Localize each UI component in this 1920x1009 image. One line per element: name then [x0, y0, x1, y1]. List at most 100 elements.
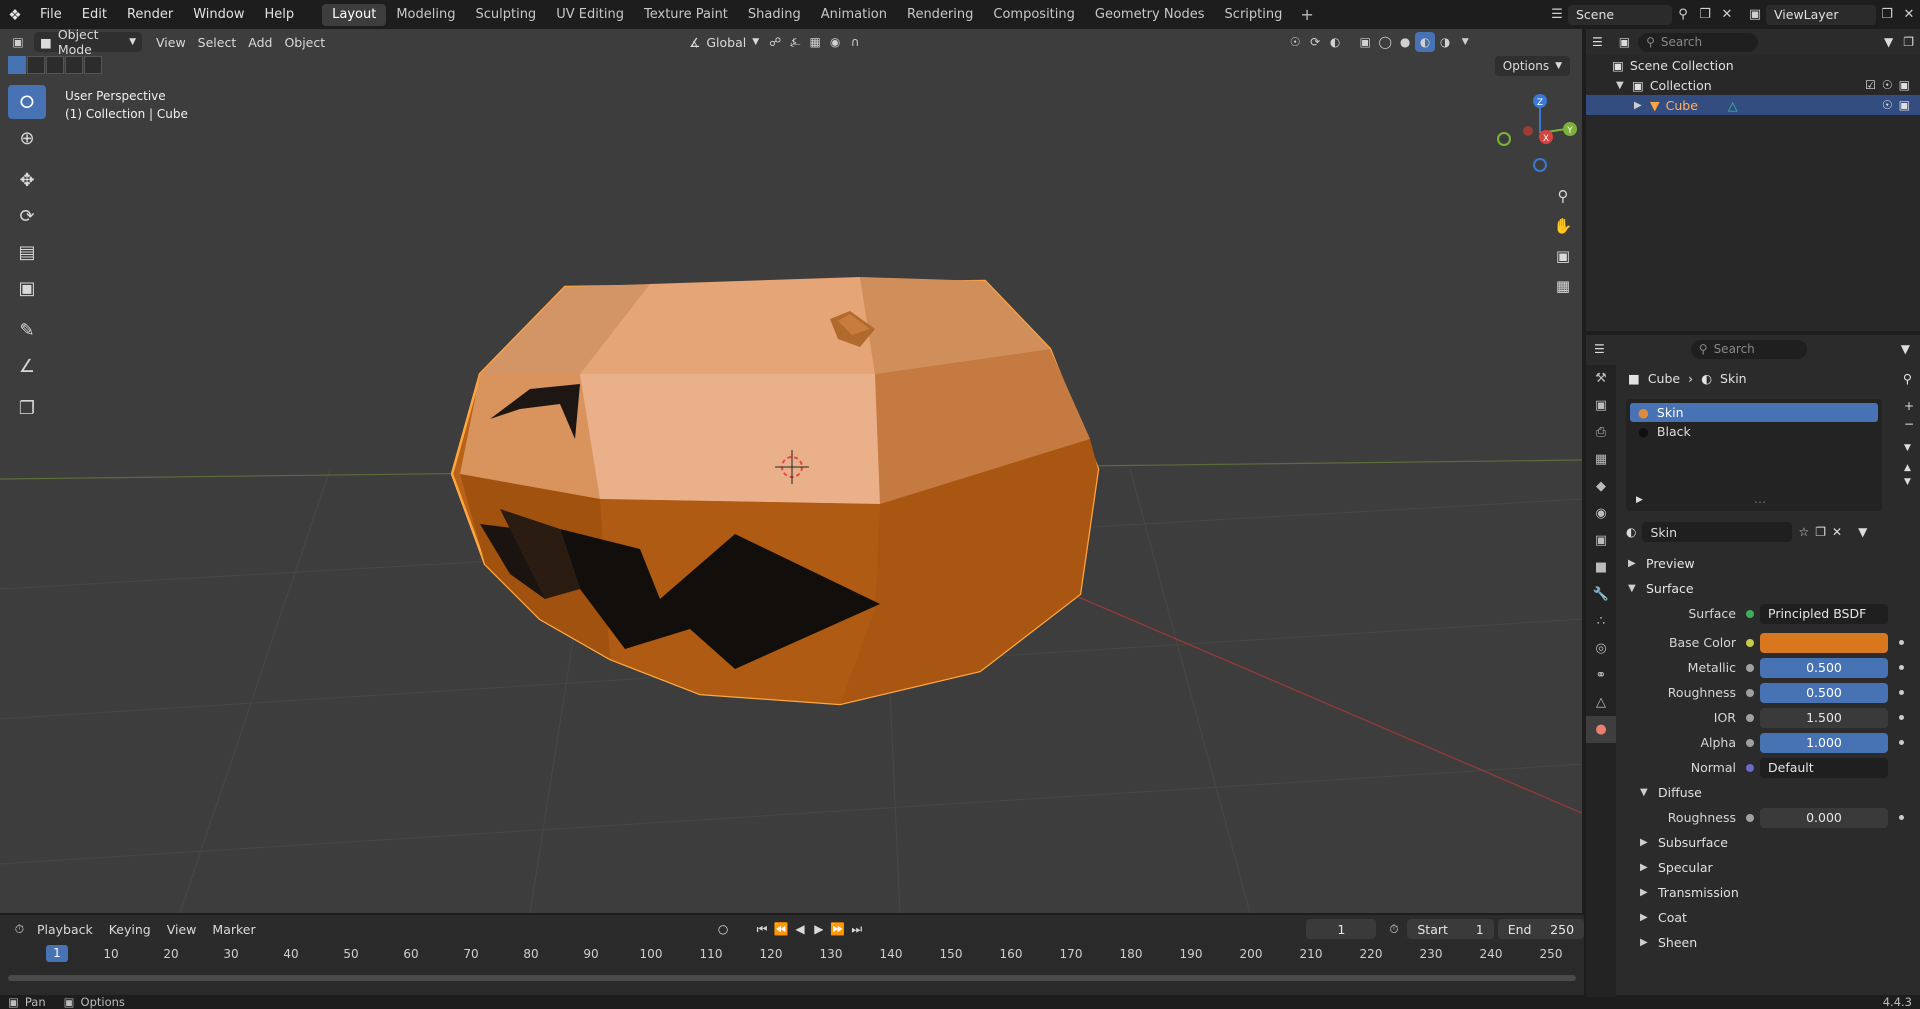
transform-orientation-dropdown[interactable]: ∡ Global ▼ [683, 32, 765, 52]
material-tab-icon[interactable]: ● [1586, 716, 1616, 743]
play-reverse-icon[interactable]: ◀ [790, 919, 809, 939]
subpanel-transmission[interactable]: ▶ Transmission [1618, 880, 1920, 905]
property-value-field[interactable]: Principled BSDF [1760, 603, 1888, 624]
pumpkin-object[interactable] [450, 277, 1100, 706]
neg-z-axis-icon[interactable] [1533, 158, 1547, 172]
pin-icon[interactable]: ⚲ [1903, 371, 1912, 386]
display-mode-icon[interactable]: ▣ [1619, 35, 1630, 49]
proportional-edit-icon[interactable]: ◉ [825, 32, 845, 52]
snap-target-icon[interactable]: ▦ [805, 32, 825, 52]
snap-icon[interactable]: ⍼ [785, 32, 805, 52]
auto-key-icon[interactable]: ○ [714, 919, 733, 939]
property-value-field[interactable]: Default [1760, 757, 1888, 778]
object-tab-icon[interactable]: ■ [1586, 554, 1616, 581]
collection-tab-icon[interactable]: ▣ [1586, 527, 1616, 554]
zoom-icon[interactable]: ⚲ [1549, 182, 1577, 210]
filter-icon[interactable]: ▼ [1884, 35, 1893, 49]
material-slot-black[interactable]: ● Black [1630, 422, 1878, 441]
keying-menu[interactable]: Keying [101, 922, 159, 937]
jump-end-icon[interactable]: ⏭ [847, 919, 866, 939]
data-tab-icon[interactable]: △ [1586, 689, 1616, 716]
render-tab-icon[interactable]: ▣ [1586, 392, 1616, 419]
property-value-field[interactable]: 1.500 [1760, 707, 1888, 728]
socket-dot-icon[interactable] [1746, 638, 1754, 647]
tab-shading[interactable]: Shading [738, 4, 811, 26]
subpanel-coat[interactable]: ▶ Coat [1618, 905, 1920, 930]
move-up-icon[interactable]: ▲ [1904, 463, 1914, 473]
resize-handle-icon[interactable]: ⋯ [1754, 495, 1766, 509]
menu-help[interactable]: Help [255, 4, 305, 26]
transform-tool-icon[interactable]: ▣ [8, 271, 46, 305]
select-extend-mode[interactable] [27, 56, 45, 74]
view-layer-icon[interactable]: ▣ [1744, 5, 1766, 25]
material-filter-icon[interactable]: ▼ [1858, 525, 1867, 539]
keyframe-dot-icon[interactable] [1899, 640, 1904, 645]
pivot-icon[interactable]: ☍ [765, 32, 785, 52]
outliner-row-cube[interactable]: ▶ ▼ Cube △ ☉ ▣ [1586, 95, 1920, 115]
marker-menu[interactable]: Marker [204, 922, 263, 937]
subpanel-specular[interactable]: ▶ Specular [1618, 855, 1920, 880]
diffuse-panel-header[interactable]: ▼ Diffuse [1618, 780, 1920, 805]
overlay-toggle-icon[interactable]: ◐ [1325, 32, 1345, 52]
timeline-ruler[interactable]: 1 10 20 30 40 50 60 70 80 90 100 110 120 130 140 150 16… [0, 943, 1584, 969]
property-value-field[interactable]: 0.500 [1760, 657, 1888, 678]
socket-dot-icon[interactable] [1746, 738, 1754, 747]
scene-selector[interactable]: Scene [1568, 4, 1672, 25]
subpanel-subsurface[interactable]: ▶ Subsurface [1618, 830, 1920, 855]
annotate-tool-icon[interactable]: ✎ [8, 313, 46, 347]
material-preview-icon[interactable]: ◐ [1415, 32, 1436, 52]
jump-start-icon[interactable]: ⏮ [753, 919, 772, 939]
scene-icon[interactable]: ☰ [1546, 5, 1568, 25]
menu-view[interactable]: View [150, 32, 192, 52]
socket-dot-icon[interactable] [1746, 813, 1754, 822]
chevron-down-icon[interactable]: ▼ [1904, 443, 1914, 453]
socket-dot-icon[interactable] [1746, 609, 1754, 618]
view-layer-tab-icon[interactable]: ▦ [1586, 446, 1616, 473]
3d-viewport[interactable]: ▣ ■ Object Mode ▼ View Select Add Object… [0, 29, 1584, 913]
tool-tab-icon[interactable]: ⚒ [1586, 365, 1616, 392]
scale-tool-icon[interactable]: ▤ [8, 235, 46, 269]
object-mode-dropdown[interactable]: ■ Object Mode ▼ [34, 29, 142, 57]
particles-tab-icon[interactable]: ∴ [1586, 608, 1616, 635]
add-slot-icon[interactable]: + [1904, 399, 1914, 413]
remove-slot-icon[interactable]: − [1904, 417, 1914, 431]
new-collection-icon[interactable]: ❐ [1903, 35, 1914, 49]
view-layer-selector[interactable]: ViewLayer [1766, 4, 1876, 25]
neg-y-axis-icon[interactable] [1497, 132, 1511, 146]
chevron-right-icon[interactable]: ▶ [1636, 495, 1643, 505]
prev-keyframe-icon[interactable]: ⏪ [772, 919, 791, 939]
output-tab-icon[interactable]: ⎙ [1586, 419, 1616, 446]
timeline-editor-type-icon[interactable]: ⏱ [10, 919, 29, 939]
playback-menu[interactable]: Playback [29, 922, 101, 937]
wireframe-shading-icon[interactable]: ◯ [1375, 32, 1395, 52]
chevron-right-icon[interactable]: ▶ [1634, 100, 1644, 111]
base-color-swatch[interactable] [1760, 632, 1888, 653]
properties-search-input[interactable]: ⚲ Search [1690, 339, 1807, 359]
viewport-options-button[interactable]: Options ▼ [1494, 56, 1570, 76]
current-frame-field[interactable]: 1 [1306, 919, 1377, 939]
tab-texture-paint[interactable]: Texture Paint [634, 4, 738, 26]
scene-tab-icon[interactable]: ◆ [1586, 473, 1616, 500]
property-value-field[interactable]: 0.500 [1760, 682, 1888, 703]
material-slot-list[interactable]: ● Skin ● Black ▶ ⋯ + − ▼ ▲ ▼ [1626, 399, 1914, 511]
physics-tab-icon[interactable]: ◎ [1586, 635, 1616, 662]
material-name-field[interactable]: Skin [1642, 522, 1793, 542]
move-down-icon[interactable]: ▼ [1904, 477, 1914, 487]
tab-animation[interactable]: Animation [811, 4, 897, 26]
diffuse-roughness-field[interactable]: 0.000 [1760, 807, 1888, 828]
properties-editor-type-icon[interactable]: ☰ [1594, 342, 1605, 356]
menu-add[interactable]: Add [242, 32, 278, 52]
world-tab-icon[interactable]: ◉ [1586, 500, 1616, 527]
perspective-toggle-icon[interactable]: ▦ [1549, 272, 1577, 300]
editor-type-icon[interactable]: ▣ [8, 32, 28, 52]
eye-icon[interactable]: ☉ [1882, 98, 1893, 112]
new-scene-icon[interactable]: ❐ [1694, 5, 1716, 25]
pin-scene-icon[interactable]: ⚲ [1672, 5, 1694, 25]
playhead[interactable]: 1 [46, 945, 68, 962]
keyframe-dot-icon[interactable] [1899, 690, 1904, 695]
camera-icon[interactable]: ▣ [1899, 78, 1910, 92]
unlink-material-icon[interactable]: ✕ [1832, 525, 1842, 539]
keyframe-dot-icon[interactable] [1899, 740, 1904, 745]
measure-tool-icon[interactable]: ∠ [8, 349, 46, 383]
keyframe-dot-icon[interactable] [1899, 815, 1904, 820]
